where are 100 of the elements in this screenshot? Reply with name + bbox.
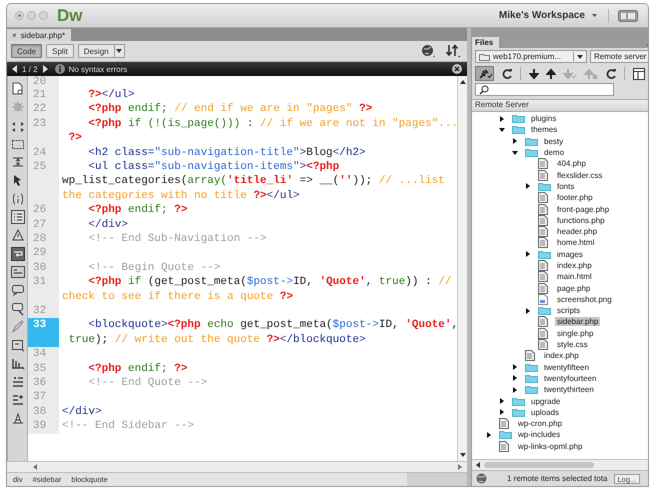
tree-item[interactable]: page.php [555, 284, 592, 293]
globe-icon[interactable] [421, 44, 437, 58]
wrap-icon[interactable] [10, 246, 24, 261]
next-icon[interactable] [42, 65, 48, 73]
tree-item[interactable]: demo [542, 148, 566, 158]
tree-item[interactable]: twentyfourteen [542, 374, 598, 383]
outdent-icon[interactable] [10, 393, 24, 408]
image-file-icon [538, 294, 548, 305]
tree-item[interactable]: single.php [555, 328, 596, 338]
tree-item[interactable]: flexslider.css [555, 170, 604, 180]
workspace-menu[interactable]: Mike's Workspace [496, 10, 600, 21]
tree-item[interactable]: index.php [542, 351, 581, 360]
expand-icon[interactable] [10, 155, 24, 170]
file-icon [538, 158, 548, 170]
tree-item[interactable]: uploads [529, 408, 562, 417]
tree-item[interactable]: wp-includes [516, 430, 562, 440]
tree-item[interactable]: images [555, 250, 585, 259]
line-number: 32 [28, 304, 59, 318]
collapsed-triangle-icon[interactable] [499, 116, 505, 122]
collapsed-triangle-icon[interactable] [525, 183, 531, 190]
tree-item[interactable]: scripts [555, 306, 582, 316]
refresh-icon[interactable] [501, 68, 513, 80]
tree-item[interactable]: main.html [555, 272, 594, 282]
close-icon[interactable] [452, 64, 462, 74]
tree-item[interactable]: front-page.php [555, 204, 612, 214]
tree-item[interactable]: footer.php [555, 193, 595, 202]
expanded-triangle-icon[interactable] [512, 150, 518, 156]
code-line: wp_list_categories(array('title_li' => __('')); // ...list [62, 174, 446, 189]
code-line: ?> [68, 131, 83, 146]
collapsed-triangle-icon[interactable] [499, 409, 505, 416]
scroll-left-icon[interactable] [475, 461, 481, 469]
vertical-scrollbar[interactable] [457, 76, 467, 461]
screen-icon[interactable] [618, 10, 638, 22]
tree-item[interactable]: header.php [555, 227, 600, 236]
source-icon[interactable] [10, 264, 24, 279]
indent-icon[interactable] [10, 374, 24, 389]
window-icon[interactable] [633, 68, 645, 80]
collapsed-triangle-icon[interactable] [499, 398, 505, 404]
tree-item[interactable]: besty [542, 136, 566, 146]
horizontal-scrollbar[interactable] [7, 461, 467, 473]
scroll-up-icon[interactable] [458, 79, 466, 85]
horizontal-scrollbar[interactable] [472, 459, 648, 471]
document-tab[interactable]: × sidebar.php* [7, 29, 72, 41]
folder-icon [512, 396, 525, 406]
panel-tab[interactable]: Files [472, 37, 500, 48]
scroll-thumb[interactable] [484, 462, 594, 468]
tree-item[interactable]: fonts [555, 182, 576, 191]
view-button[interactable]: Design [78, 44, 115, 58]
tree-item[interactable]: 404.php [555, 159, 588, 168]
tree-item[interactable]: functions.php [555, 216, 607, 225]
site-dropdown[interactable]: web170.premium... [475, 50, 587, 63]
tree-item[interactable]: upgrade [529, 396, 562, 406]
close-button[interactable]: × [12, 30, 17, 40]
list-icon[interactable] [10, 210, 24, 224]
collapsed-triangle-icon[interactable] [525, 251, 531, 258]
code-line: true); // write out the quote ?></blockquote> [68, 332, 367, 348]
view-button[interactable]: Code [11, 44, 42, 58]
tree-item[interactable]: themes [529, 125, 560, 134]
chart-icon[interactable] [10, 356, 24, 370]
tree-item[interactable]: wp-links-opml.php [516, 442, 584, 451]
globe-icon[interactable] [476, 473, 487, 484]
scroll-down-icon[interactable] [458, 452, 466, 458]
collapsed-triangle-icon[interactable] [512, 375, 518, 382]
warning-icon[interactable] [10, 228, 24, 242]
collapsed-triangle-icon[interactable] [512, 138, 518, 144]
tree-item[interactable]: index.php [555, 261, 594, 270]
folder-icon [512, 114, 525, 124]
file-icon [538, 192, 548, 204]
collapsed-triangle-icon[interactable] [512, 364, 518, 370]
tree-item[interactable]: sidebar.php [555, 317, 600, 326]
document-icon[interactable] [10, 82, 24, 96]
collapsed-triangle-icon[interactable] [512, 386, 518, 393]
previous-icon[interactable] [12, 65, 18, 73]
tree-item[interactable]: plugins [529, 114, 558, 124]
dropdown-button[interactable] [114, 44, 125, 58]
line-number: 23 [28, 116, 59, 146]
scroll-right-icon[interactable] [457, 463, 463, 471]
down-arrow-icon[interactable] [529, 68, 539, 80]
collapsed-triangle-icon[interactable] [486, 432, 492, 438]
tree-item[interactable]: home.html [555, 238, 596, 248]
line-number: 39 [28, 419, 59, 434]
refresh-icon[interactable] [605, 68, 617, 80]
collapsed-triangle-icon[interactable] [525, 308, 531, 314]
tree-item[interactable]: twentyfifteen [542, 362, 591, 372]
tree-item[interactable]: twentythirteen [542, 385, 596, 394]
sort-arrows-icon[interactable] [445, 44, 461, 58]
code-line: the categories with no title ?></ul> [62, 188, 301, 204]
line-number: 26 [28, 203, 59, 218]
search-field[interactable] [475, 83, 614, 96]
tree-item[interactable]: screenshot.png [555, 294, 614, 304]
tree-item[interactable]: style.css [555, 340, 590, 350]
folder-icon [479, 52, 490, 60]
expanded-triangle-icon[interactable] [499, 126, 505, 133]
tree-item[interactable]: wp-cron.php [516, 419, 564, 428]
format-icon[interactable] [10, 411, 24, 426]
view-button[interactable]: Split [46, 44, 74, 58]
server-dropdown[interactable]: Remote server [590, 50, 648, 63]
up-arrow-icon[interactable] [546, 68, 556, 80]
connect-button[interactable] [475, 66, 494, 81]
line-number: 24 [28, 146, 59, 160]
